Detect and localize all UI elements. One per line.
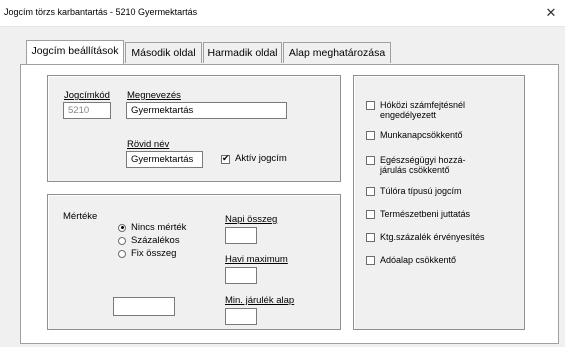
- flag-adoalap-checkbox[interactable]: Adóalap csökkentő: [366, 255, 456, 265]
- tab-harmadik-oldal[interactable]: Harmadik oldal: [203, 42, 282, 63]
- radio-fix-osszeg[interactable]: Fix összeg: [118, 248, 176, 259]
- general-group: Jogcímkód Megnevezés Rövid név ✔ Aktív j…: [47, 75, 341, 182]
- tab-jogcim-beallitasok[interactable]: Jogcím beállítások: [26, 40, 124, 64]
- flag-label: Adóalap csökkentő: [380, 255, 457, 265]
- check-icon: ✔: [222, 153, 230, 163]
- checkbox-box: [366, 233, 375, 242]
- tab-label: Harmadik oldal: [207, 47, 278, 59]
- min-contribution-label: Min. járulék alap: [225, 295, 295, 306]
- active-checkbox[interactable]: ✔ Aktív jogcím: [221, 153, 287, 164]
- name-label: Megnevezés: [127, 90, 181, 101]
- checkbox-box: [366, 131, 375, 140]
- name-field[interactable]: [126, 102, 287, 119]
- flags-group: Hóközi számfejtésnél engedélyezett Munka…: [353, 75, 525, 330]
- min-contribution-field[interactable]: [225, 308, 257, 325]
- measure-value-field[interactable]: [113, 297, 175, 316]
- tab-panel: Jogcímkód Megnevezés Rövid név ✔ Aktív j…: [20, 64, 559, 344]
- radio-label: Nincs mérték: [131, 222, 187, 233]
- checkbox-box: [366, 156, 375, 165]
- radio-label: Százalékos: [131, 235, 180, 246]
- flag-ktg-szazalek-checkbox[interactable]: Ktg.százalék érvényesítés: [366, 232, 485, 242]
- tab-label: Alap meghatározása: [288, 47, 386, 59]
- active-label: Aktív jogcím: [235, 153, 287, 164]
- flag-tulora-checkbox[interactable]: Túlóra típusú jogcím: [366, 186, 462, 196]
- radio-dot: [118, 223, 126, 232]
- checkbox-box: [366, 101, 375, 110]
- radio-dot: [118, 236, 126, 245]
- radio-szazalekos[interactable]: Százalékos: [118, 235, 180, 246]
- code-label: Jogcímkód: [64, 90, 110, 101]
- short-name-label: Rövid név: [127, 139, 170, 150]
- flag-termeszetbeni-checkbox[interactable]: Természetbeni juttatás: [366, 209, 470, 219]
- daily-amount-field[interactable]: [225, 227, 257, 244]
- measure-group: Mértéke Nincs mérték Százalékos Fix össz…: [47, 194, 341, 330]
- radio-label: Fix összeg: [131, 248, 177, 259]
- daily-amount-label: Napi összeg: [225, 214, 278, 225]
- radio-nincs-mertek[interactable]: Nincs mérték: [118, 222, 186, 233]
- flag-munkanapcsokkento-checkbox[interactable]: Munkanapcsökkentő: [366, 130, 463, 140]
- tab-masodik-oldal[interactable]: Második oldal: [125, 42, 202, 63]
- short-name-field[interactable]: [126, 151, 203, 168]
- monthly-max-label: Havi maximum: [225, 254, 288, 265]
- monthly-max-field[interactable]: [225, 267, 257, 284]
- radio-dot: [118, 249, 126, 258]
- flag-label: Túlóra típusú jogcím: [380, 186, 462, 196]
- checkbox-box: [366, 256, 375, 265]
- window-title: Jogcím törzs karbantartás - 5210 Gyermek…: [4, 7, 198, 17]
- dialog-window: Jogcím törzs karbantartás - 5210 Gyermek…: [0, 0, 565, 347]
- flag-label: Hóközi számfejtésnél engedélyezett: [380, 100, 466, 120]
- code-field[interactable]: [63, 102, 111, 119]
- checkbox-box: ✔: [221, 153, 230, 164]
- checkbox-box: [366, 187, 375, 196]
- flag-label: Természetbeni juttatás: [380, 209, 471, 219]
- flag-hokozi-checkbox[interactable]: Hóközi számfejtésnél engedélyezett: [366, 100, 485, 120]
- flag-label: Ktg.százalék érvényesítés: [380, 232, 485, 242]
- tab-label: Jogcím beállítások: [31, 45, 119, 57]
- tab-label: Második oldal: [131, 47, 196, 59]
- flag-label: Munkanapcsökkentő: [380, 130, 463, 140]
- flag-label: Egészségügyi hozzá-járulás csökkentő: [380, 155, 466, 175]
- tab-alap-meghatarozasa[interactable]: Alap meghatározása: [283, 42, 391, 63]
- checkbox-box: [366, 210, 375, 219]
- measure-label: Mértéke: [63, 211, 98, 222]
- title-bar: Jogcím törzs karbantartás - 5210 Gyermek…: [0, 0, 565, 27]
- flag-egeszsegugyi-checkbox[interactable]: Egészségügyi hozzá-járulás csökkentő: [366, 155, 480, 175]
- close-icon[interactable]: ✕: [537, 0, 565, 26]
